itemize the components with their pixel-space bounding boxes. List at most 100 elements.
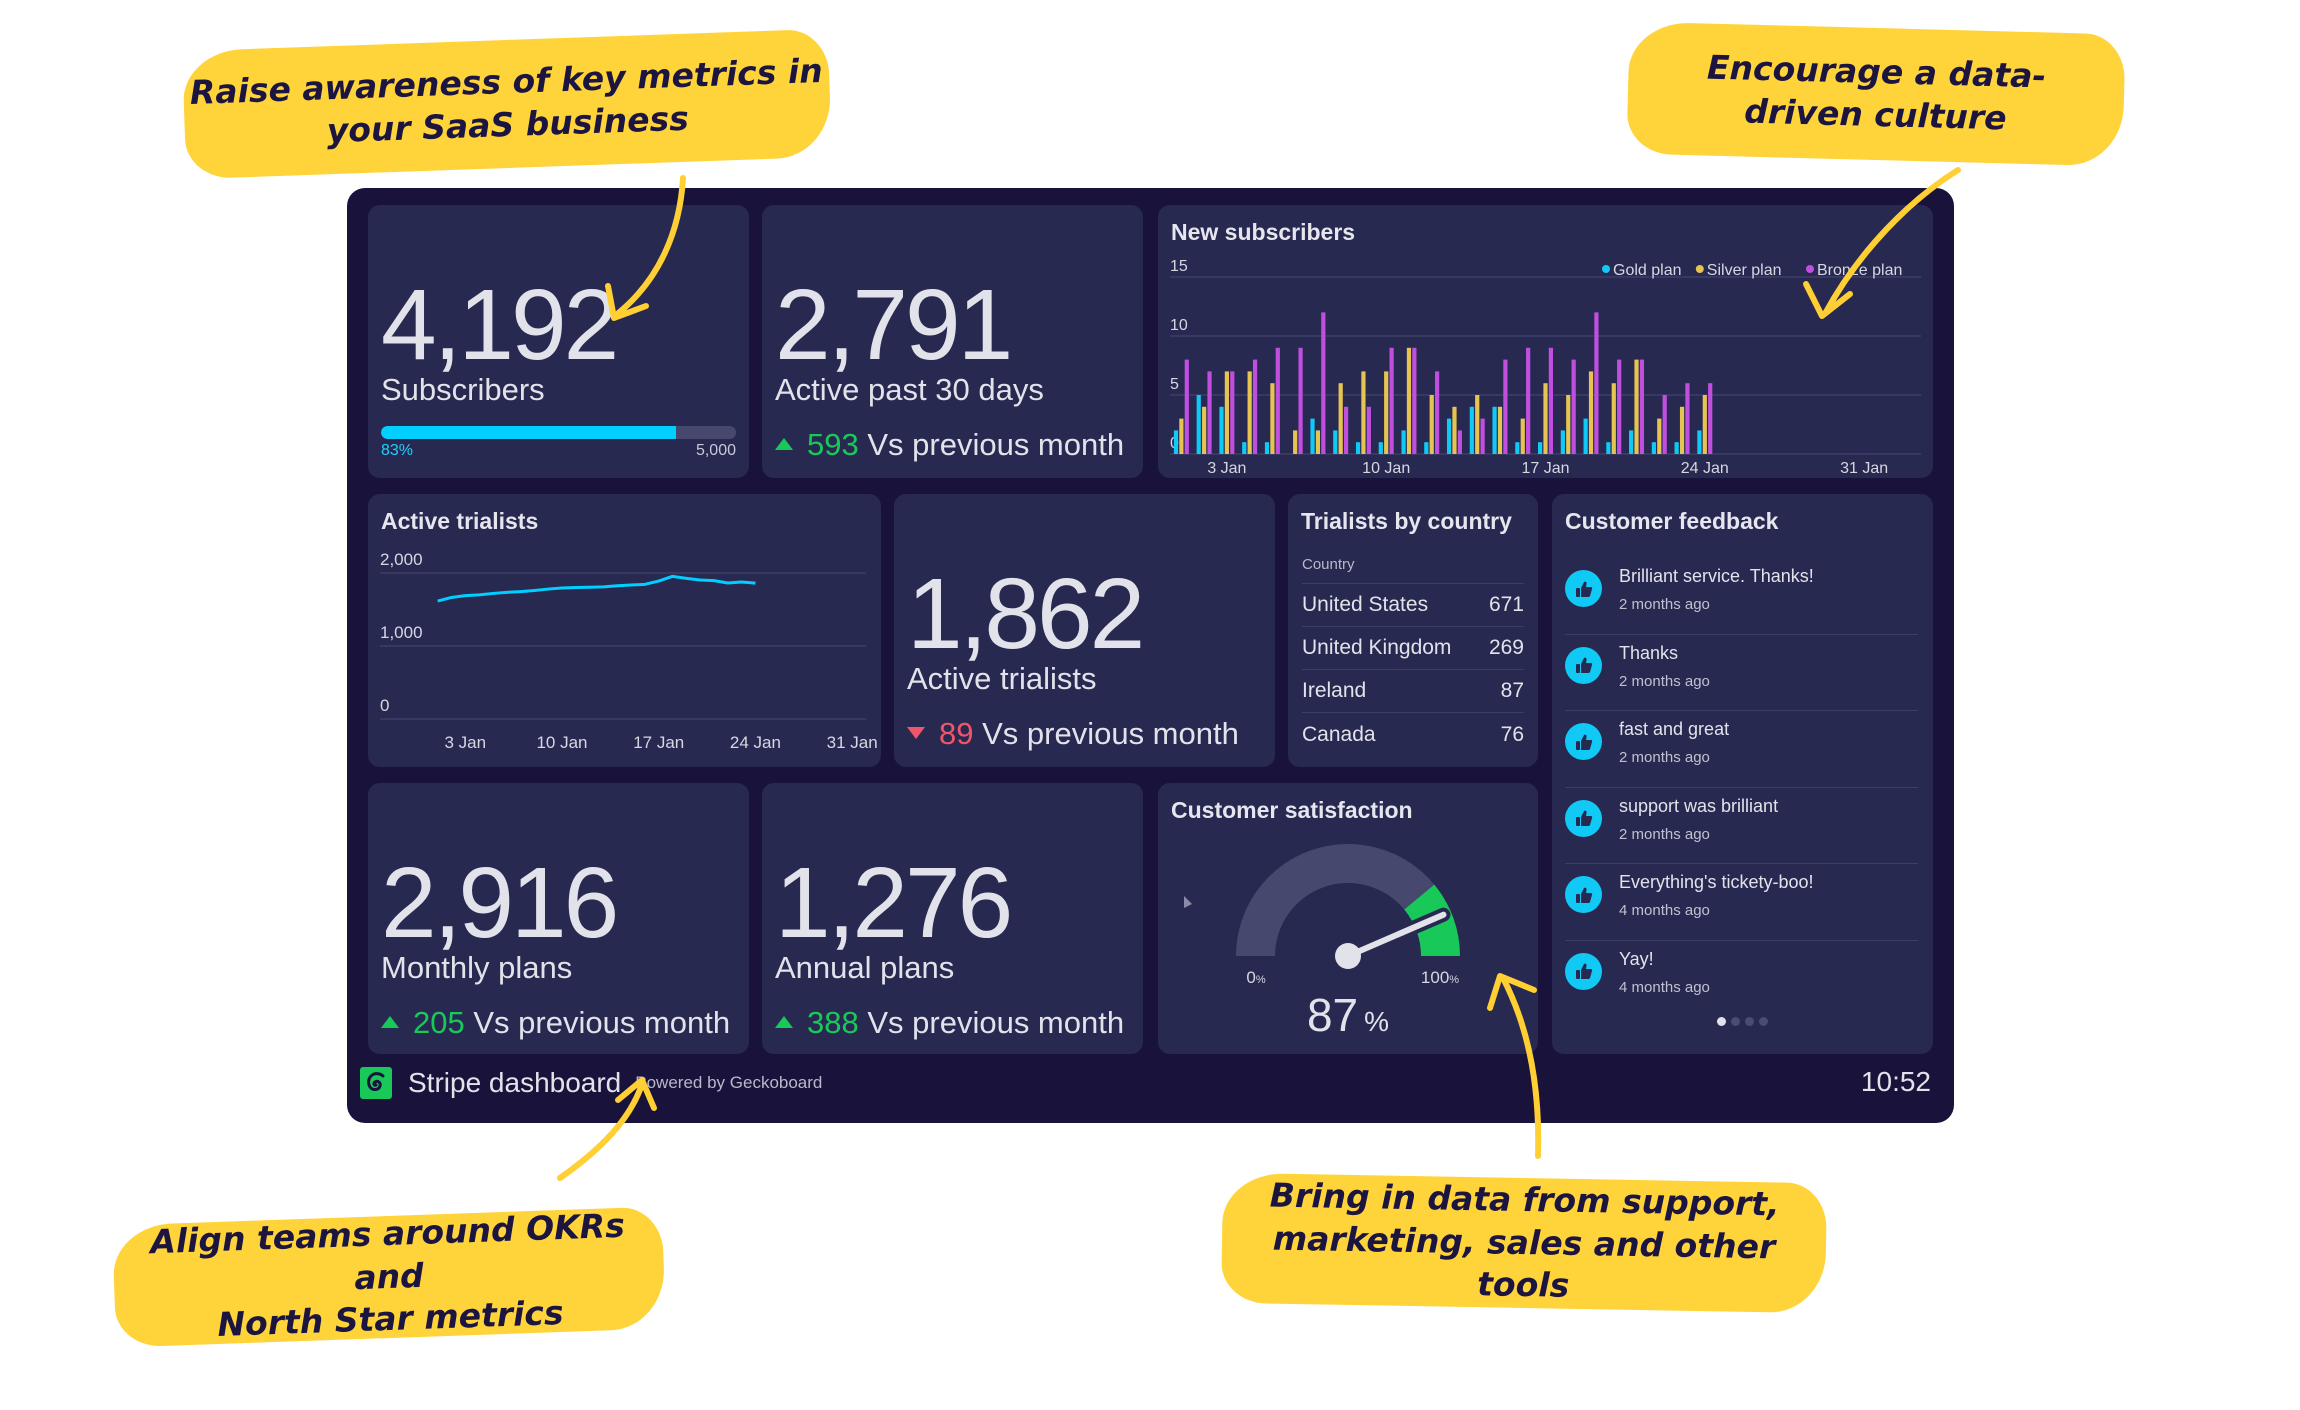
triangle-up-icon bbox=[381, 1015, 399, 1028]
bar-gold-plan bbox=[1515, 442, 1520, 454]
gauge-min-label: 0% bbox=[1246, 968, 1265, 987]
feedback-time: 2 months ago bbox=[1619, 825, 1710, 843]
bar-bronze-plan bbox=[1685, 383, 1690, 454]
powered-by[interactable]: Powered by Geckoboard bbox=[635, 1073, 822, 1093]
legend-label: Silver plan bbox=[1707, 262, 1782, 279]
cursor-icon bbox=[1184, 896, 1192, 908]
new-subscribers-tile[interactable]: New subscribers 0510153 Jan10 Jan17 Jan2… bbox=[1158, 205, 1933, 478]
feedback-item[interactable]: Yay! 4 months ago bbox=[1565, 941, 1918, 1018]
monthly-plans-value: 2,916 bbox=[381, 847, 619, 959]
bar-bronze-plan bbox=[1457, 430, 1462, 454]
bar-silver-plan bbox=[1270, 383, 1275, 454]
triangle-up-icon bbox=[775, 437, 793, 450]
bar-gold-plan bbox=[1629, 430, 1634, 454]
callout-line: driven culture bbox=[1743, 91, 2008, 138]
callout-align-teams: Align teams around OKRs and North Star me… bbox=[112, 1205, 666, 1348]
x-tick-label: 17 Jan bbox=[1521, 460, 1569, 477]
satisfaction-gauge: 0% 100% 87% bbox=[1184, 844, 1460, 1041]
bar-silver-plan bbox=[1247, 371, 1252, 454]
feedback-item[interactable]: support was brilliant 2 months ago bbox=[1565, 788, 1918, 864]
x-tick-label: 3 Jan bbox=[1207, 460, 1246, 477]
bar-bronze-plan bbox=[1708, 383, 1713, 454]
legend-marker bbox=[1806, 265, 1814, 273]
country-name: Canada bbox=[1302, 722, 1376, 746]
gauge-needle-hub bbox=[1335, 943, 1361, 969]
subscribers-label: Subscribers bbox=[381, 372, 545, 407]
active-trialists-chart-tile[interactable]: Active trialists 0 1,000 2,000 3 Jan 10 Jan 1… bbox=[368, 494, 881, 767]
active-30-label: Active past 30 days bbox=[775, 372, 1044, 407]
bar-silver-plan bbox=[1429, 395, 1434, 454]
legend-label: Bronze plan bbox=[1817, 262, 1902, 279]
pagination-dot[interactable] bbox=[1731, 1017, 1740, 1026]
progress-fill bbox=[381, 426, 676, 439]
table-row: Ireland 87 bbox=[1302, 670, 1524, 713]
customer-satisfaction-tile[interactable]: Customer satisfaction 0% 100% 87% bbox=[1158, 783, 1538, 1054]
subscribers-tile[interactable]: 4,192 Subscribers 83% 5,000 bbox=[368, 205, 749, 478]
bar-bronze-plan bbox=[1252, 359, 1258, 454]
bar-gold-plan bbox=[1492, 406, 1497, 454]
active-trialists-tile[interactable]: 1,862 Active trialists 89 Vs previous mo… bbox=[894, 494, 1275, 767]
table-row: Canada 76 bbox=[1302, 713, 1524, 756]
bar-bronze-plan bbox=[1594, 312, 1599, 454]
bar-gold-plan bbox=[1310, 418, 1315, 454]
active-30-value: 2,791 bbox=[775, 269, 1013, 381]
annual-plans-label: Annual plans bbox=[775, 950, 955, 985]
bar-silver-plan bbox=[1338, 383, 1343, 454]
country-name: United Kingdom bbox=[1302, 636, 1452, 659]
bar-silver-plan bbox=[1406, 347, 1412, 454]
monthly-plans-delta: 205 Vs previous month bbox=[381, 1005, 730, 1041]
bar-bronze-plan bbox=[1571, 359, 1576, 454]
bar-bronze-plan bbox=[1321, 312, 1326, 454]
x-tick-label: 24 Jan bbox=[730, 733, 781, 752]
bar-bronze-plan bbox=[1389, 347, 1394, 454]
legend-label: Gold plan bbox=[1613, 262, 1682, 279]
bar-silver-plan bbox=[1179, 418, 1184, 454]
pagination-dot[interactable] bbox=[1717, 1017, 1726, 1026]
active-30-days-tile[interactable]: 2,791 Active past 30 days 593 Vs previou… bbox=[762, 205, 1143, 478]
triangle-up-icon bbox=[775, 1015, 793, 1028]
trialists-by-country-title: Trialists by country bbox=[1301, 508, 1512, 534]
active-trialists-delta: 89 Vs previous month bbox=[907, 716, 1239, 752]
bar-silver-plan bbox=[1202, 406, 1207, 454]
active-30-delta: 593 Vs previous month bbox=[775, 427, 1124, 463]
x-tick-label: 24 Jan bbox=[1681, 460, 1729, 477]
subscribers-progress-bar bbox=[381, 426, 736, 439]
customer-feedback-tile[interactable]: Customer feedback Brilliant service. Tha… bbox=[1552, 494, 1933, 1054]
bar-bronze-plan bbox=[1617, 359, 1622, 454]
country-value: 76 bbox=[1500, 722, 1524, 746]
annual-plans-tile[interactable]: 1,276 Annual plans 388 Vs previous month bbox=[762, 783, 1143, 1054]
feedback-item[interactable]: Brilliant service. Thanks! 2 months ago bbox=[1565, 558, 1918, 635]
bar-bronze-plan bbox=[1366, 406, 1371, 454]
bar-bronze-plan bbox=[1503, 359, 1508, 454]
y-tick-label: 15 bbox=[1170, 258, 1188, 275]
bar-silver-plan bbox=[1315, 430, 1321, 454]
pagination-dot[interactable] bbox=[1745, 1017, 1754, 1026]
delta-value: 593 bbox=[807, 427, 859, 462]
bar-bronze-plan bbox=[1435, 371, 1440, 454]
bar-gold-plan bbox=[1583, 418, 1588, 454]
feedback-time: 4 months ago bbox=[1619, 978, 1710, 996]
pagination-dots[interactable] bbox=[1552, 1017, 1933, 1026]
country-value: 671 bbox=[1488, 593, 1524, 616]
delta-suffix: Vs previous month bbox=[867, 427, 1125, 462]
feedback-item[interactable]: fast and great 2 months ago bbox=[1565, 711, 1918, 788]
x-tick-label: 10 Jan bbox=[536, 733, 587, 752]
monthly-plans-tile[interactable]: 2,916 Monthly plans 205 Vs previous mont… bbox=[368, 783, 749, 1054]
bar-silver-plan bbox=[1634, 359, 1639, 454]
feedback-item[interactable]: Thanks 2 months ago bbox=[1565, 635, 1918, 711]
bar-bronze-plan bbox=[1639, 359, 1645, 454]
trialists-by-country-tile[interactable]: Trialists by country Country United Stat… bbox=[1288, 494, 1538, 767]
table-header-country: Country bbox=[1302, 550, 1524, 584]
feedback-text: Everything's tickety-boo! bbox=[1619, 872, 1814, 892]
bar-gold-plan bbox=[1173, 430, 1179, 454]
callout-bring-data: Bring in data from support, marketing, sa… bbox=[1220, 1172, 1828, 1314]
bar-gold-plan bbox=[1560, 430, 1565, 454]
pagination-dot[interactable] bbox=[1759, 1017, 1768, 1026]
bar-gold-plan bbox=[1469, 406, 1474, 454]
y-tick-label: 5 bbox=[1170, 376, 1179, 393]
bar-silver-plan bbox=[1543, 383, 1548, 454]
feedback-item[interactable]: Everything's tickety-boo! 4 months ago bbox=[1565, 864, 1918, 941]
bar-bronze-plan bbox=[1480, 418, 1485, 454]
unit: % bbox=[1364, 1006, 1389, 1037]
country-table: Country United States 671 United Kingdom 2… bbox=[1302, 550, 1524, 756]
